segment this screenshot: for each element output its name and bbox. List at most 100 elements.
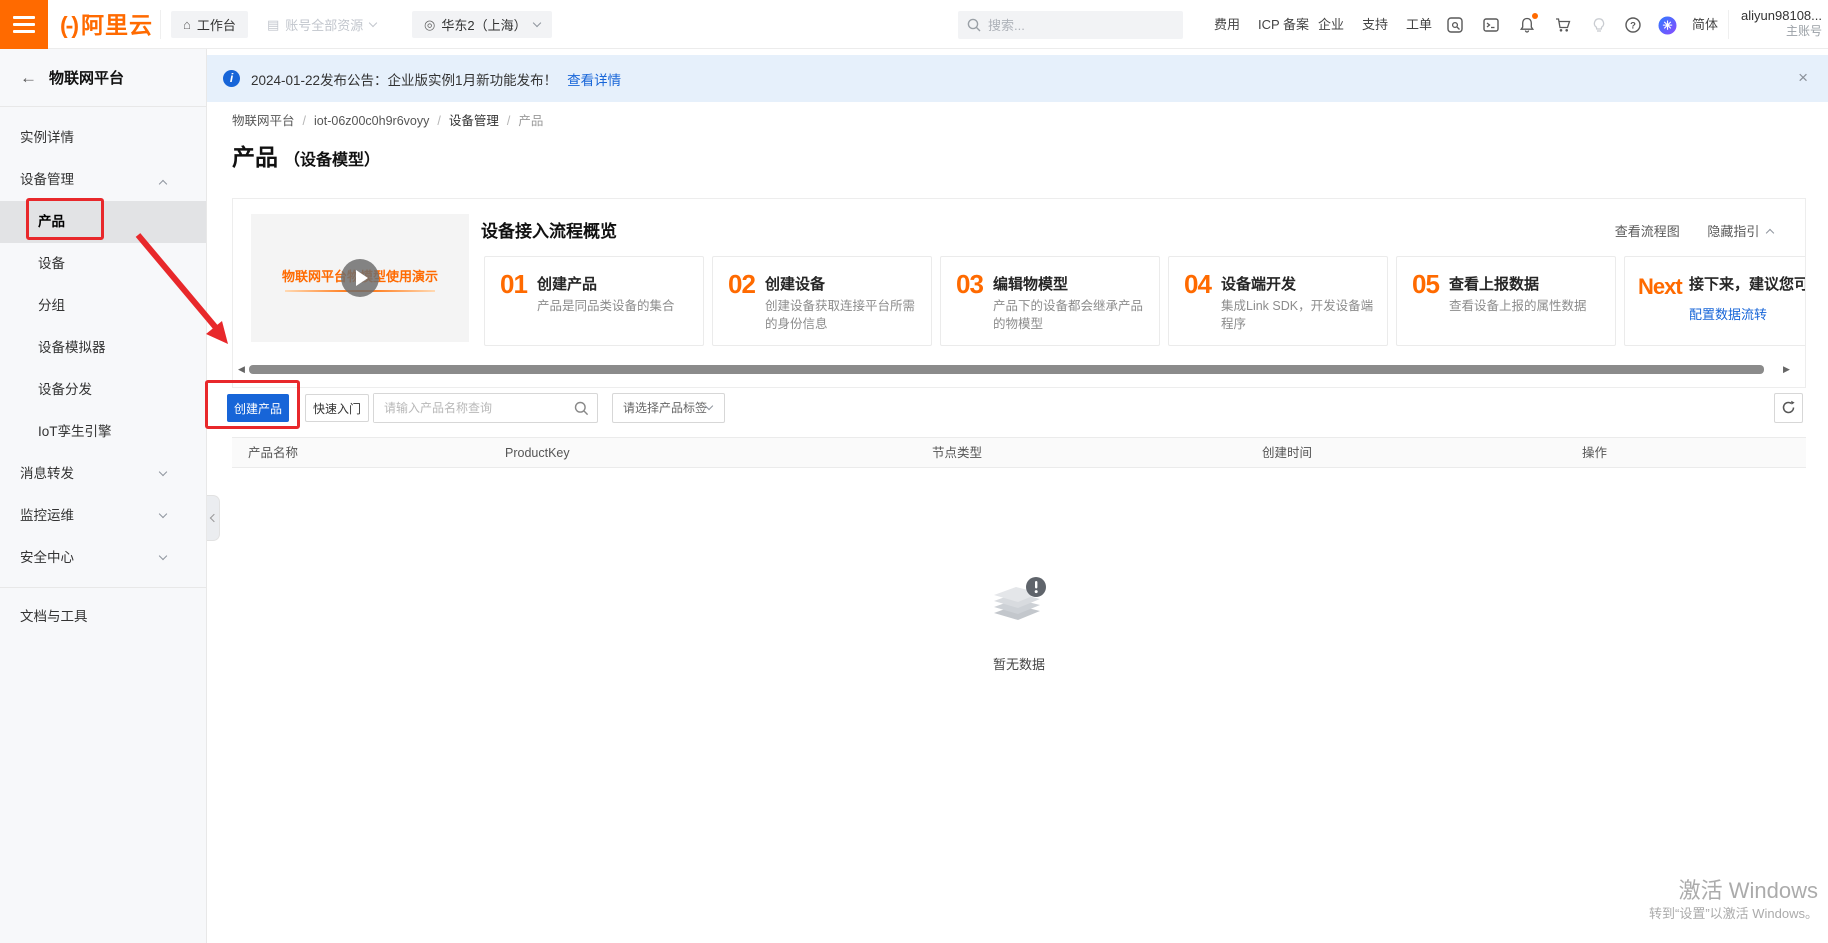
chevron-up-icon	[1766, 229, 1774, 237]
flow-panel-title: 设备接入流程概览	[481, 217, 617, 242]
chevron-up-icon	[159, 180, 167, 188]
sidebar-item-devices[interactable]: 设备	[0, 243, 206, 285]
nav-icp[interactable]: ICP 备案	[1258, 0, 1309, 49]
account-menu[interactable]: aliyun98108... 主账号	[1726, 7, 1822, 39]
announcement-banner: i 2024-01-22发布公告：企业版实例1月新功能发布！ 查看详情 ×	[207, 55, 1828, 102]
chevron-down-icon	[159, 552, 167, 560]
notifications-bell-icon[interactable]	[1518, 16, 1536, 34]
hide-guide-link[interactable]: 隐藏指引	[1707, 224, 1773, 239]
announcement-detail-link[interactable]: 查看详情	[567, 69, 621, 89]
language-switch[interactable]: 简体	[1692, 0, 1718, 49]
location-icon: ◎	[424, 17, 435, 33]
demo-video-thumbnail[interactable]: 物联网平台物模型使用演示	[251, 214, 469, 342]
sidebar-item-instance-details[interactable]: 实例详情	[0, 117, 206, 159]
workbench-button[interactable]: ⌂ 工作台	[171, 11, 248, 38]
product-search-box	[373, 393, 598, 423]
page-title: 产品（设备模型）	[232, 138, 380, 172]
quick-start-button[interactable]: 快速入门	[305, 394, 369, 422]
sidebar-item-message-forwarding[interactable]: 消息转发	[0, 453, 206, 495]
svg-text:?: ?	[1630, 20, 1636, 31]
nav-billing[interactable]: 费用	[1214, 0, 1240, 49]
flow-panel-links: 查看流程图 隐藏指引	[1615, 221, 1773, 240]
alibaba-cloud-logo[interactable]: (-)阿里云	[60, 11, 153, 39]
play-icon[interactable]	[341, 259, 379, 297]
logo-text: 阿里云	[81, 12, 153, 38]
nav-support[interactable]: 支持	[1362, 0, 1388, 49]
nav-tickets[interactable]: 工单	[1406, 0, 1432, 49]
create-product-button[interactable]: 创建产品	[227, 394, 289, 422]
product-tag-select[interactable]: 请选择产品标签	[612, 393, 725, 423]
account-type-label: 主账号	[1726, 24, 1822, 39]
sidebar-collapse-handle[interactable]	[207, 495, 220, 541]
guide-bulb-icon[interactable]	[1590, 16, 1608, 34]
chevron-left-icon	[210, 514, 218, 522]
col-product-key: ProductKey	[505, 438, 570, 469]
sidebar-header: ← 物联网平台	[0, 49, 206, 106]
notification-badge	[1532, 13, 1538, 19]
svg-text:✳: ✳	[1662, 19, 1672, 33]
logo-bracket-mark: (-)	[60, 12, 77, 38]
flow-steps: 01 创建产品 产品是同品类设备的集合 02 创建设备 创建设备获取连接平台所需…	[484, 256, 1806, 346]
divider	[0, 106, 206, 107]
sidebar-item-monitoring-ops[interactable]: 监控运维	[0, 495, 206, 537]
refresh-button[interactable]	[1774, 393, 1803, 423]
sidebar-item-docs-tools[interactable]: 文档与工具	[0, 596, 206, 638]
sidebar-title: 物联网平台	[49, 67, 124, 88]
search-icon[interactable]	[574, 401, 589, 416]
page-subtitle: （设备模型）	[284, 152, 380, 169]
global-search[interactable]	[958, 11, 1183, 39]
app-center-icon[interactable]: ✳	[1658, 16, 1676, 34]
col-node-type: 节点类型	[932, 438, 982, 469]
view-flowchart-link[interactable]: 查看流程图	[1615, 224, 1680, 239]
info-icon: i	[223, 70, 240, 87]
configure-data-forwarding-link[interactable]: 配置数据流转	[1689, 304, 1767, 323]
scroll-left-arrow-icon[interactable]: ◀	[238, 364, 245, 375]
windows-activation-watermark: 激活 Windows 转到“设置”以激活 Windows。	[1649, 878, 1818, 924]
chevron-down-icon	[159, 510, 167, 518]
step-card-next: Next 接下来，建议您可 配置数据流转	[1624, 256, 1806, 346]
horizontal-scrollbar[interactable]	[249, 365, 1764, 374]
breadcrumb-iot-platform[interactable]: 物联网平台	[232, 114, 295, 128]
step-card-create-device: 02 创建设备 创建设备获取连接平台所需的身份信息	[712, 256, 932, 346]
sidebar-item-iot-twin-engine[interactable]: IoT孪生引擎	[0, 411, 206, 453]
sidebar-item-device-simulator[interactable]: 设备模拟器	[0, 327, 206, 369]
step-card-view-reported-data: 05 查看上报数据 查看设备上报的属性数据	[1396, 256, 1616, 346]
sidebar-item-security-center[interactable]: 安全中心	[0, 537, 206, 579]
top-navbar: (-)阿里云 ⌂ 工作台 ▤ 账号全部资源 ◎ 华东2（上海） 费用 ICP 备…	[0, 0, 1828, 49]
account-username: aliyun98108...	[1726, 7, 1822, 24]
search-icon	[967, 18, 981, 32]
sidebar-item-products[interactable]: 产品	[0, 201, 206, 243]
breadcrumb-current: 产品	[518, 114, 543, 128]
step-card-create-product: 01 创建产品 产品是同品类设备的集合	[484, 256, 704, 346]
api-icon[interactable]	[1446, 16, 1464, 34]
chevron-down-icon	[369, 19, 377, 27]
breadcrumb-instance-id[interactable]: iot-06z00c0h9r6voyy	[314, 114, 429, 128]
cart-icon[interactable]	[1554, 16, 1572, 34]
cloudshell-terminal-icon[interactable]	[1482, 16, 1500, 34]
resources-icon: ▤	[267, 17, 279, 33]
sidebar-item-device-distribution[interactable]: 设备分发	[0, 369, 206, 411]
sidebar-item-groups[interactable]: 分组	[0, 285, 206, 327]
col-product-name: 产品名称	[248, 438, 298, 469]
chevron-down-icon	[159, 468, 167, 476]
sidebar-item-device-management[interactable]: 设备管理	[0, 159, 206, 201]
breadcrumb-device-management[interactable]: 设备管理	[449, 114, 499, 128]
close-icon[interactable]: ×	[1798, 68, 1808, 88]
step-card-device-development: 04 设备端开发 集成Link SDK，开发设备端程序	[1168, 256, 1388, 346]
hamburger-menu-icon[interactable]	[0, 0, 48, 49]
no-data-icon	[986, 575, 1052, 635]
help-icon[interactable]: ?	[1624, 16, 1642, 34]
region-selector[interactable]: ◎ 华东2（上海）	[412, 11, 552, 38]
scroll-right-arrow-icon[interactable]: ▶	[1783, 364, 1790, 375]
nav-enterprise[interactable]: 企业	[1318, 0, 1344, 49]
col-actions: 操作	[1582, 438, 1607, 469]
announcement-text: 2024-01-22发布公告：企业版实例1月新功能发布！	[251, 69, 557, 89]
product-table-header: 产品名称 ProductKey 节点类型 创建时间 操作	[232, 437, 1806, 468]
account-resources-dropdown[interactable]: ▤ 账号全部资源	[267, 11, 376, 38]
global-search-input[interactable]	[988, 18, 1168, 33]
divider	[0, 587, 206, 588]
sidebar: ← 物联网平台 实例详情 设备管理 产品 设备 分组 设备模拟器 设备分发 Io…	[0, 49, 207, 943]
back-arrow-icon[interactable]: ←	[20, 68, 37, 88]
product-search-input[interactable]	[374, 394, 564, 422]
refresh-icon	[1781, 400, 1796, 415]
